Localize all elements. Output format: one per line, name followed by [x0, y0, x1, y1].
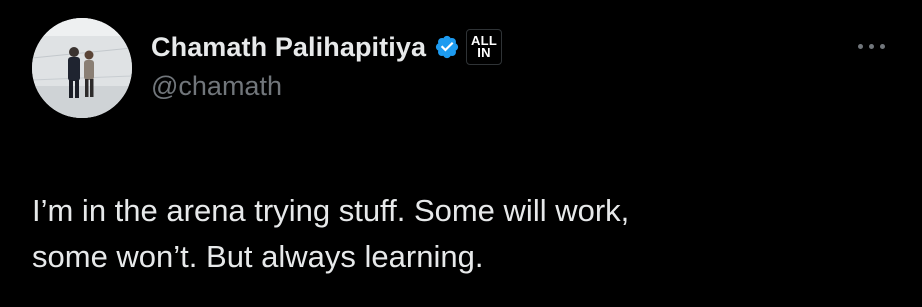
affiliate-badge-line2: IN	[477, 45, 491, 60]
avatar-photo	[32, 18, 132, 118]
more-options-button[interactable]	[846, 30, 896, 60]
tweet-text-line: some won’t. But always learning.	[32, 239, 484, 274]
affiliate-badge-logo[interactable]: ALL IN	[466, 29, 503, 65]
avatar[interactable]	[32, 18, 132, 118]
display-name[interactable]: Chamath Palihapitiya	[151, 32, 426, 63]
author-name-row: Chamath Palihapitiya ALL IN	[151, 27, 503, 67]
tweet-text-line: I’m in the arena trying stuff. Some will…	[32, 193, 630, 228]
tweet-text: I’m in the arena trying stuff. Some will…	[32, 188, 892, 280]
tweet-card: Chamath Palihapitiya ALL IN @chamath I’m…	[0, 0, 922, 307]
user-handle[interactable]: @chamath	[151, 71, 282, 102]
verified-badge-icon[interactable]	[434, 34, 460, 60]
more-horizontal-icon	[855, 36, 888, 54]
